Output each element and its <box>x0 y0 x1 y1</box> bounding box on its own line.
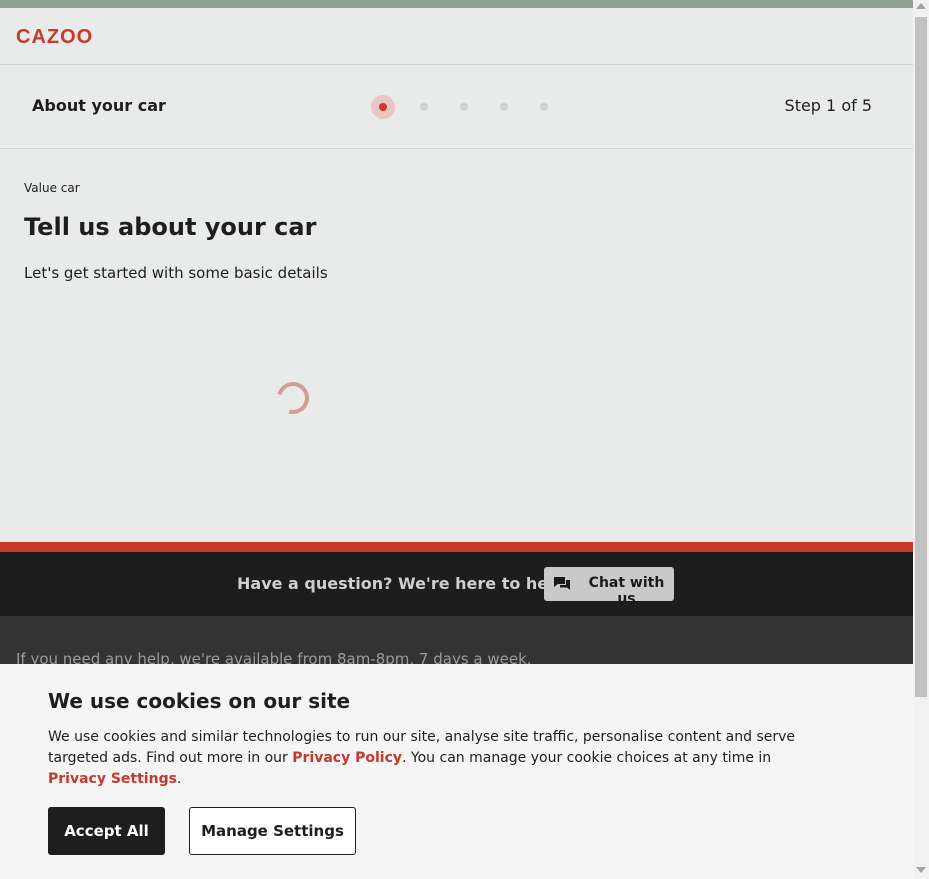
scroll-up-arrow-icon[interactable] <box>916 3 926 9</box>
cookie-banner-title: We use cookies on our site <box>48 689 351 713</box>
scroll-down-arrow-icon[interactable] <box>916 867 926 873</box>
accept-all-button[interactable]: Accept All <box>48 807 165 855</box>
step-counter: Step 1 of 5 <box>784 96 872 115</box>
main-content: Value car Tell us about your car Let's g… <box>0 149 913 542</box>
top-accent-stripe <box>0 0 913 8</box>
cookie-banner-body: We use cookies and similar technologies … <box>48 727 828 790</box>
step-dot-1-active <box>371 95 395 119</box>
step-title: About your car <box>32 96 166 115</box>
privacy-settings-link[interactable]: Privacy Settings <box>48 771 177 787</box>
step-dot-3 <box>460 103 468 111</box>
page-title: Tell us about your car <box>24 213 317 241</box>
cookie-body-text-2: . You can manage your cookie choices at … <box>402 750 772 766</box>
help-bar: Have a question? We're here to help. Cha… <box>0 552 913 616</box>
page-subtitle: Let's get started with some basic detail… <box>24 264 328 282</box>
progress-stepper: About your car Step 1 of 5 <box>0 65 913 149</box>
footer-red-rule <box>0 542 913 552</box>
availability-text: If you need any help, we're available fr… <box>16 650 532 664</box>
vertical-scrollbar[interactable] <box>913 0 929 879</box>
step-dot-4 <box>500 103 508 111</box>
eyebrow-label: Value car <box>24 181 80 195</box>
site-footer: If you need any help, we're available fr… <box>0 616 913 664</box>
chat-with-us-button[interactable]: Chat with us <box>544 567 674 607</box>
cazoo-logo[interactable]: CAZOO <box>16 26 93 49</box>
scrollbar-thumb[interactable] <box>915 17 927 697</box>
step-dots <box>371 95 561 119</box>
site-header: CAZOO <box>0 8 913 65</box>
manage-settings-button[interactable]: Manage Settings <box>189 807 356 855</box>
cookie-banner: We use cookies on our site We use cookie… <box>0 664 913 879</box>
step-dot-5 <box>540 103 548 111</box>
spinner-icon <box>271 376 315 420</box>
privacy-policy-link[interactable]: Privacy Policy <box>292 750 402 766</box>
cookie-body-text-3: . <box>176 771 182 787</box>
chat-bubbles-icon <box>554 577 570 590</box>
chat-button-label: Chat with us <box>588 575 665 607</box>
step-dot-2 <box>420 103 428 111</box>
help-text: Have a question? We're here to help. <box>237 574 572 593</box>
